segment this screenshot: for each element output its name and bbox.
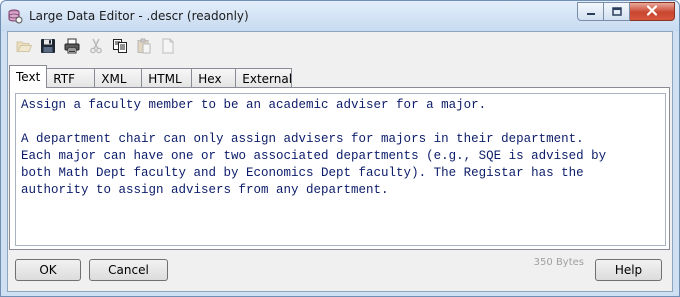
folder-open-icon: [16, 39, 33, 56]
tab-rtf[interactable]: RTF: [46, 68, 96, 88]
printer-icon: [64, 38, 80, 57]
copy-button[interactable]: [108, 36, 132, 58]
cancel-button[interactable]: Cancel: [89, 259, 168, 281]
text-editor[interactable]: Assign a faculty member to be an academi…: [15, 93, 666, 246]
close-button[interactable]: [630, 2, 675, 21]
floppy-disk-icon: [40, 38, 56, 57]
footer: OK Cancel 350 Bytes Help: [8, 254, 672, 290]
copy-icon: [112, 38, 128, 57]
minimize-icon: [586, 5, 596, 19]
close-icon: [646, 4, 658, 19]
size-label: 350 Bytes: [533, 257, 584, 268]
tab-panel: Assign a faculty member to be an academi…: [9, 87, 670, 250]
toolbar: [8, 36, 180, 58]
format-tabs: Text RTF XML HTML Hex External: [9, 65, 293, 88]
ok-button[interactable]: OK: [15, 259, 81, 281]
caption-buttons: [577, 2, 675, 22]
minimize-button[interactable]: [577, 2, 604, 21]
tab-hex[interactable]: Hex: [191, 68, 237, 88]
clear-button[interactable]: [156, 36, 180, 58]
tab-xml[interactable]: XML: [94, 68, 143, 88]
clipboard-icon: [136, 38, 152, 57]
paste-button[interactable]: [132, 36, 156, 58]
page-icon: [160, 38, 176, 57]
maximize-icon: [611, 5, 622, 19]
help-button[interactable]: Help: [595, 259, 662, 281]
scissors-icon: [88, 38, 104, 57]
tab-html[interactable]: HTML: [141, 68, 193, 88]
maximize-button[interactable]: [604, 2, 630, 21]
editor-window: Large Data Editor - .descr (readonly) Te…: [0, 0, 680, 297]
save-button[interactable]: [36, 36, 60, 58]
print-button[interactable]: [60, 36, 84, 58]
tab-external[interactable]: External: [235, 68, 293, 88]
open-button[interactable]: [12, 36, 36, 58]
tab-text[interactable]: Text: [9, 65, 48, 88]
client-area: Text RTF XML HTML Hex External Assign a …: [7, 31, 673, 292]
database-icon: [7, 8, 23, 24]
title-bar[interactable]: Large Data Editor - .descr (readonly): [1, 1, 679, 31]
cut-button[interactable]: [84, 36, 108, 58]
window-title: Large Data Editor - .descr (readonly): [29, 9, 249, 23]
